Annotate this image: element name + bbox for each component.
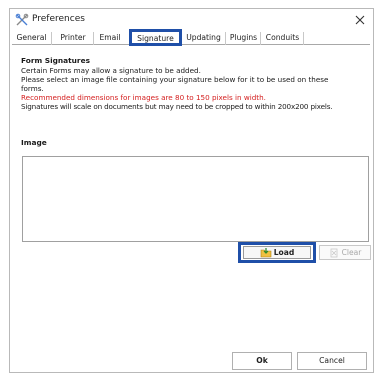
close-icon <box>355 15 365 25</box>
cancel-button[interactable]: Cancel <box>297 352 367 370</box>
close-button[interactable] <box>351 11 369 29</box>
clear-icon <box>330 248 337 257</box>
tab-email[interactable]: Email <box>95 32 125 45</box>
load-icon <box>260 248 271 258</box>
ok-button[interactable]: Ok <box>232 352 292 370</box>
info-line: Signatures will scale on documents but m… <box>21 102 333 111</box>
tab-conduits[interactable]: Conduits <box>262 32 304 45</box>
preferences-icon <box>15 13 29 27</box>
title-bar: Preferences <box>10 9 373 31</box>
clear-button[interactable]: Clear <box>319 245 371 260</box>
tab-signature[interactable]: Signature <box>129 29 182 46</box>
preferences-window: Preferences General Printer Email Signat… <box>9 8 374 373</box>
signature-image-box <box>22 156 369 242</box>
window-title: Preferences <box>32 14 85 24</box>
signature-panel: Form Signatures Certain Forms may allow … <box>13 46 371 344</box>
load-button[interactable]: Load <box>238 242 316 263</box>
image-label: Image <box>21 138 47 147</box>
tab-updating[interactable]: Updating <box>182 32 226 45</box>
tab-printer[interactable]: Printer <box>53 32 94 45</box>
clear-label: Clear <box>341 248 362 257</box>
dialog-buttons: Ok Cancel <box>10 347 373 373</box>
recommended-dimensions-text: Recommended dimensions for images are 80… <box>21 93 266 102</box>
tab-plugins[interactable]: Plugins <box>227 32 261 45</box>
form-signatures-heading: Form Signatures <box>21 56 90 65</box>
load-label: Load <box>273 248 295 257</box>
tab-general[interactable]: General <box>12 32 52 45</box>
tab-bar: General Printer Email Signature Updating… <box>12 29 370 46</box>
info-line: forms. <box>21 84 44 93</box>
info-line: Certain Forms may allow a signature to b… <box>21 66 201 75</box>
info-line: Please select an image file containing y… <box>21 75 329 84</box>
